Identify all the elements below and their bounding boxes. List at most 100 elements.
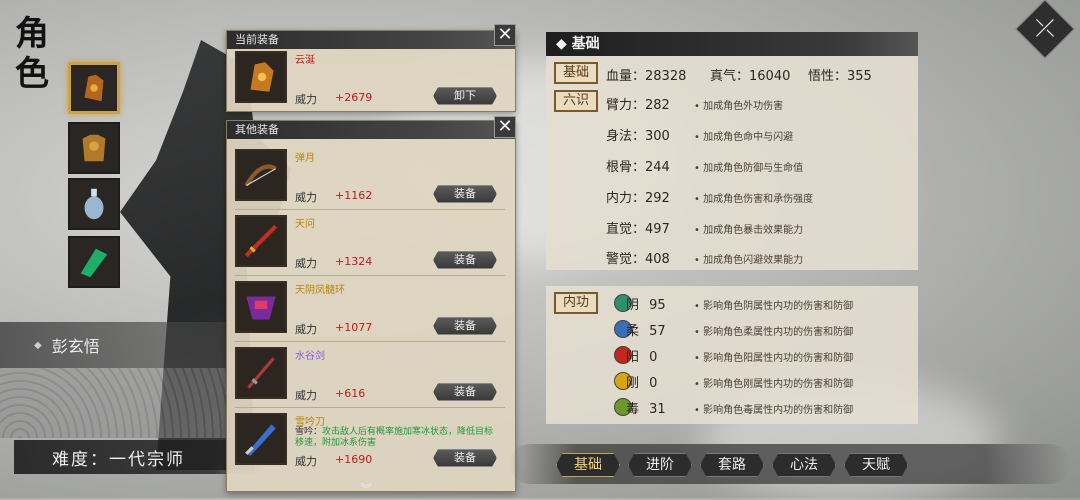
equip-button[interactable]: 装备: [433, 251, 497, 269]
stat-value: 408: [645, 252, 670, 267]
neigong-value: 57: [649, 324, 666, 339]
neigong-desc: • 影响角色阴属性内功的伤害和防御: [694, 301, 854, 312]
other-equipment-panel: 其他装备 弹月 威力 +1162 装备 天问 威力 +1324 装备 天阴凤髓环…: [226, 120, 516, 492]
scroll-down-icon[interactable]: ︾: [360, 480, 372, 497]
stat-label: 内力：: [606, 191, 646, 206]
stat-label: 直觉：: [606, 222, 646, 237]
tab-basic[interactable]: 基础: [556, 453, 620, 477]
stat-label: 根骨：: [606, 160, 646, 175]
stat-label: 臂力：: [606, 98, 646, 113]
neigong-value: 0: [649, 376, 658, 391]
close-current-button[interactable]: ✕: [494, 24, 516, 46]
neigong-desc: • 影响角色毒属性内功的伤害和防御: [694, 405, 854, 416]
stat-desc: • 加成角色闪避效果能力: [694, 255, 804, 266]
power-label: 威力: [295, 191, 317, 204]
item-thumb: [235, 215, 287, 267]
stat-row: 警觉：408: [606, 248, 670, 267]
power-label: 威力: [295, 93, 317, 106]
neigong-value: 31: [649, 402, 666, 417]
pendant-icon: [84, 188, 104, 220]
equipment-item-row[interactable]: 雪吟刀 雪吟：攻击敌人后有概率施加寒冰状态，降低目标移速，附加冰系伤害 威力 +…: [235, 409, 505, 471]
tab-talent[interactable]: 天赋: [844, 453, 908, 477]
neigong-char: 柔: [626, 324, 640, 339]
equip-button[interactable]: 装备: [433, 317, 497, 335]
neigong-desc: • 影响角色柔属性内功的伤害和防御: [694, 327, 854, 338]
current-equipment-panel: 当前装备 云涎 威力 +2679 卸下: [226, 30, 516, 112]
gauntlet-icon: [84, 74, 104, 102]
neigong-row: 柔 57: [626, 320, 666, 339]
neigong-desc-text: 影响角色阳属性内功的伤害和防御: [703, 353, 854, 364]
stat-row: 身法：300: [606, 125, 670, 144]
equipment-item-row[interactable]: 天问 威力 +1324 装备: [235, 211, 505, 273]
tab-mind-method[interactable]: 心法: [772, 453, 836, 477]
qi-label: 真气：: [710, 69, 750, 84]
wuxing-stat: 悟性：355: [808, 65, 872, 84]
neigong-desc: • 影响角色阳属性内功的伤害和防御: [694, 353, 854, 364]
wuxing-label: 悟性：: [808, 69, 848, 84]
item-name: 水谷剑: [295, 351, 325, 362]
equip-button[interactable]: 装备: [433, 383, 497, 401]
stat-desc-text: 加成角色闪避效果能力: [703, 255, 804, 266]
equipment-item-row[interactable]: 弹月 威力 +1162 装备: [235, 145, 505, 207]
bow-icon: [244, 164, 277, 187]
equip-slot-jade[interactable]: [68, 236, 120, 288]
power-value: +1077: [335, 321, 373, 334]
desc-prefix: 雪吟：: [295, 427, 323, 437]
stat-desc-text: 加成角色伤害和承伤强度: [703, 194, 814, 205]
current-item-row[interactable]: 云涎 威力 +2679 卸下: [235, 47, 505, 109]
divider: [235, 407, 505, 408]
power-label: 威力: [295, 455, 317, 468]
equip-button[interactable]: 装备: [433, 449, 497, 467]
qi-value: 16040: [749, 69, 791, 84]
stat-row: 内力：292: [606, 187, 670, 206]
neigong-char: 刚: [626, 376, 640, 391]
hp-stat: 血量：28328: [606, 65, 686, 84]
power-value: +1690: [335, 453, 373, 466]
equip-slot-armor[interactable]: [68, 122, 120, 174]
character-name: 彭玄悟: [51, 337, 100, 356]
tab-advanced[interactable]: 进阶: [628, 453, 692, 477]
power-value: +616: [335, 387, 366, 400]
stat-desc: • 加成角色外功伤害: [694, 101, 784, 112]
blade-icon: [245, 424, 276, 456]
neigong-panel: 内功 阴 95 • 影响角色阴属性内功的伤害和防御 柔 57 • 影响角色柔属性…: [546, 286, 918, 424]
equipment-item-row[interactable]: 水谷剑 威力 +616 装备: [235, 343, 505, 405]
stat-desc-text: 加成角色防御与生命值: [703, 163, 804, 174]
neigong-desc-text: 影响角色毒属性内功的伤害和防御: [703, 405, 854, 416]
wuxing-value: 355: [847, 69, 872, 84]
neigong-desc-text: 影响角色柔属性内功的伤害和防御: [703, 327, 854, 338]
item-thumb: [235, 281, 287, 333]
equip-slot-pendant[interactable]: [68, 178, 120, 230]
unequip-button[interactable]: 卸下: [433, 87, 497, 105]
stat-desc-text: 加成角色暴击效果能力: [703, 225, 804, 236]
divider: [235, 275, 505, 276]
neigong-value: 95: [649, 298, 666, 313]
item-thumb: [235, 149, 287, 201]
divider: [235, 209, 505, 210]
hp-value: 28328: [645, 69, 687, 84]
stat-desc: • 加成角色命中与闪避: [694, 132, 794, 143]
stat-row: 直觉：497: [606, 218, 670, 237]
wave-decoration: [0, 368, 226, 438]
other-equipment-header: 其他装备: [227, 121, 515, 139]
stat-value: 497: [645, 222, 670, 237]
character-name-band: ◆ 彭玄悟: [0, 322, 226, 368]
desc-text: 攻击敌人后有概率施加寒冰状态，降低目标移速，附加冰系伤害: [295, 427, 494, 448]
stat-value: 244: [645, 160, 670, 175]
page-title: 角色: [15, 14, 49, 94]
stats-header-label: 基础: [571, 36, 600, 52]
tab-routines[interactable]: 套路: [700, 453, 764, 477]
armor-icon: [82, 134, 106, 162]
equip-slot-gauntlet[interactable]: [68, 62, 120, 114]
close-other-button[interactable]: ✕: [494, 116, 516, 138]
stats-header: ◆ 基础: [546, 32, 918, 56]
item-name: 弹月: [295, 153, 315, 164]
neigong-desc-text: 影响角色刚属性内功的伤害和防御: [703, 379, 854, 390]
equip-button[interactable]: 装备: [433, 185, 497, 203]
stat-desc: • 加成角色防御与生命值: [694, 163, 804, 174]
tag-basic: 基础: [554, 62, 598, 84]
item-thumb: [235, 413, 287, 465]
sword-icon: [244, 224, 278, 258]
equipment-item-row[interactable]: 天阴凤髓环 威力 +1077 装备: [235, 277, 505, 339]
close-page-button[interactable]: ⤫: [1015, 0, 1075, 59]
